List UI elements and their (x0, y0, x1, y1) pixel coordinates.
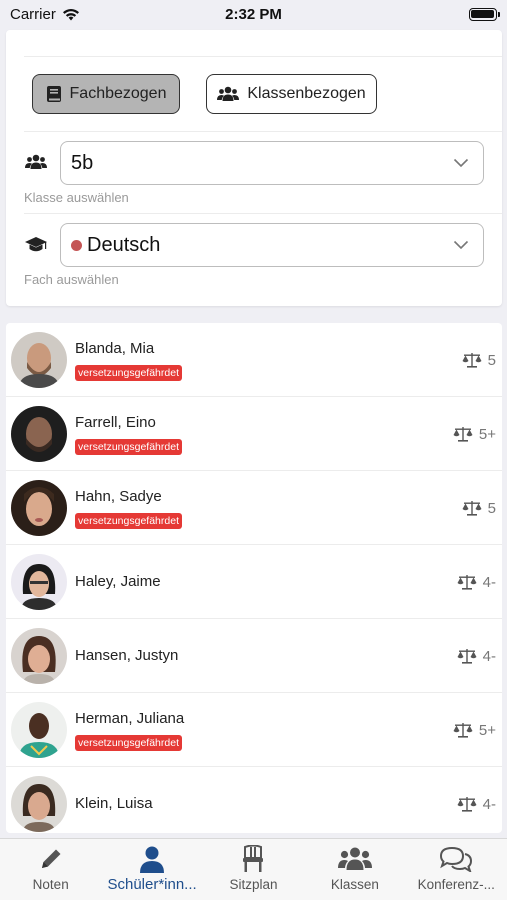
scale-icon (457, 575, 477, 590)
fachbezogen-label: Fachbezogen (69, 85, 167, 102)
chevron-down-icon (453, 158, 469, 168)
student-row[interactable]: Hansen, Justyn 4- (6, 619, 502, 693)
scale-icon (457, 797, 477, 812)
avatar (11, 776, 67, 832)
users-icon (337, 847, 372, 870)
chat-bubbles-icon (440, 846, 473, 872)
tab-noten[interactable]: Noten (0, 839, 101, 900)
avatar (11, 480, 67, 536)
tab-bar: Noten Schüler*inn... Sitzplan Klassen Ko… (0, 838, 507, 900)
subject-select-helper: Fach auswählen (24, 272, 119, 287)
subject-row-icon (24, 233, 48, 257)
status-badge: versetzungsgefährdet (75, 365, 182, 381)
student-name: Hahn, Sadye (75, 488, 162, 505)
tab-label: Schüler*inn... (107, 876, 197, 893)
status-time: 2:32 PM (225, 5, 282, 23)
scale-icon (462, 353, 482, 368)
avatar (11, 628, 67, 684)
student-name: Blanda, Mia (75, 340, 155, 357)
grade-value: 5 (487, 499, 496, 517)
scale-icon (453, 427, 473, 442)
status-bar: Carrier 2:32 PM (0, 0, 507, 28)
carrier-label: Carrier (10, 5, 56, 23)
pencil-icon (41, 849, 61, 868)
scale-icon (457, 649, 477, 664)
fachbezogen-button[interactable]: Fachbezogen (32, 74, 180, 114)
student-name: Farrell, Eino (75, 414, 156, 431)
student-name: Hansen, Justyn (75, 647, 179, 664)
tab-label: Konferenz-... (417, 877, 495, 892)
graduation-cap-icon (25, 237, 47, 252)
divider (24, 56, 502, 57)
klassenbezogen-label: Klassenbezogen (247, 85, 366, 102)
subject-select[interactable]: Deutsch (60, 223, 484, 267)
student-name: Haley, Jaime (75, 573, 161, 590)
users-icon (217, 86, 240, 101)
grade-value: 4- (482, 795, 496, 813)
class-row-icon (24, 150, 48, 174)
tab-konferenz[interactable]: Konferenz-... (406, 839, 507, 900)
person-icon (140, 846, 165, 873)
subject-color-dot (71, 239, 82, 251)
class-select[interactable]: 5b (60, 141, 484, 185)
grade-value: 4- (482, 573, 496, 591)
grade-value: 5 (487, 351, 496, 369)
avatar (11, 332, 67, 388)
grade: 5 (462, 471, 496, 545)
tab-klassen[interactable]: Klassen (304, 839, 405, 900)
book-icon (46, 86, 61, 102)
battery-icon (468, 7, 500, 21)
avatar (11, 406, 67, 462)
grade-value: 5+ (478, 721, 496, 739)
status-bar-left: Carrier (10, 6, 130, 23)
grade: 5+ (453, 397, 496, 471)
status-badge: versetzungsgefährdet (75, 513, 182, 529)
student-row[interactable]: Herman, Juliana versetzungsgefährdet 5+ (6, 693, 502, 767)
tab-label: Noten (32, 877, 69, 892)
users-icon (25, 154, 47, 169)
wifi-icon (62, 8, 79, 20)
class-select-helper: Klasse auswählen (24, 190, 129, 205)
student-name: Klein, Luisa (75, 795, 153, 812)
grade: 5 (462, 323, 496, 397)
grade: 4- (457, 767, 496, 833)
chair-icon (243, 845, 264, 872)
grade: 5+ (453, 693, 496, 767)
scale-icon (453, 723, 473, 738)
chevron-down-icon (453, 240, 469, 250)
grade: 4- (457, 545, 496, 619)
status-bar-right (377, 7, 500, 21)
student-row[interactable]: Hahn, Sadye versetzungsgefährdet 5 (6, 471, 502, 545)
klassenbezogen-button[interactable]: Klassenbezogen (206, 74, 377, 114)
student-row[interactable]: Haley, Jaime 4- (6, 545, 502, 619)
student-row[interactable]: Farrell, Eino versetzungsgefährdet 5+ (6, 397, 502, 471)
scale-icon (462, 501, 482, 516)
avatar (11, 702, 67, 758)
class-select-value: 5b (71, 151, 94, 174)
divider (24, 213, 502, 214)
tab-label: Sitzplan (229, 877, 278, 892)
grade: 4- (457, 619, 496, 693)
subject-select-value: Deutsch (87, 233, 161, 256)
student-row[interactable]: Klein, Luisa 4- (6, 767, 502, 833)
divider (24, 131, 502, 132)
grade-value: 5+ (478, 425, 496, 443)
filter-card: Fachbezogen Klassenbezogen 5b Klasse aus… (6, 30, 502, 306)
student-row[interactable]: Blanda, Mia versetzungsgefährdet 5 (6, 323, 502, 397)
student-list: Blanda, Mia versetzungsgefährdet 5 Farre… (6, 323, 502, 833)
student-name: Herman, Juliana (75, 710, 185, 727)
status-badge: versetzungsgefährdet (75, 439, 182, 455)
tab-sitzplan[interactable]: Sitzplan (203, 839, 304, 900)
grade-value: 4- (482, 647, 496, 665)
status-badge: versetzungsgefährdet (75, 735, 182, 751)
tab-schueler[interactable]: Schüler*inn... (101, 839, 202, 900)
tab-label: Klassen (330, 877, 379, 892)
avatar (11, 554, 67, 610)
